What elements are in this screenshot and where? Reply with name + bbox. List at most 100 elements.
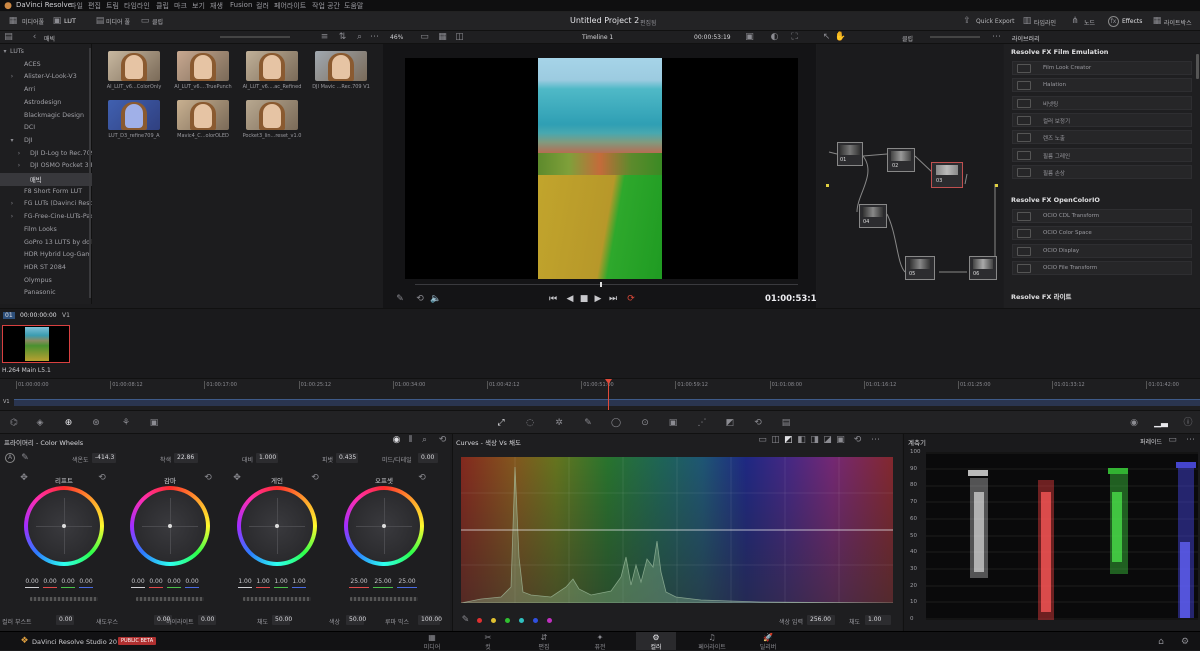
fx-item[interactable]: OCIO Display bbox=[1012, 243, 1192, 258]
timeline-clip-bar[interactable] bbox=[14, 399, 1200, 406]
quick-export-button[interactable]: Quick Export bbox=[976, 18, 1015, 25]
color-wheel[interactable] bbox=[24, 486, 104, 566]
log-mode-icon[interactable]: ⌕ bbox=[420, 436, 429, 445]
menu-fusion[interactable]: Fusion bbox=[230, 1, 252, 9]
curves-reset-icon[interactable]: ⟲ bbox=[853, 436, 862, 445]
scope-toggle-icon[interactable]: ◉ bbox=[1128, 418, 1140, 428]
wheel-value-field[interactable]: 0.00 bbox=[78, 578, 94, 585]
menu-fairlight[interactable]: 페어라이트 bbox=[274, 1, 306, 11]
node-clip-mode[interactable]: 클립 bbox=[902, 34, 913, 43]
rgb-mixer-icon[interactable]: ⚘ bbox=[120, 418, 132, 428]
viewer-zoom[interactable]: 46% bbox=[390, 34, 403, 41]
curve-custom-icon[interactable]: ▭ bbox=[758, 436, 767, 445]
curve-hue-lum-icon[interactable]: ◧ bbox=[797, 436, 806, 445]
wheel-value-field[interactable]: 1.00 bbox=[291, 578, 307, 585]
contrast-field[interactable]: 1.000 bbox=[256, 453, 278, 463]
wheel-reset-icon[interactable]: ⟲ bbox=[311, 473, 319, 482]
sidebar-toggle-icon[interactable]: ▤ bbox=[4, 33, 13, 42]
volume-icon[interactable]: 🔈 bbox=[430, 294, 441, 304]
menu-workspace[interactable]: 작업 공간 bbox=[312, 1, 340, 11]
page-tab[interactable]: ⚙ 컬러 bbox=[636, 632, 676, 651]
play-icon[interactable]: ▶ bbox=[593, 294, 603, 304]
qualifier-icon[interactable]: ✲ bbox=[553, 418, 565, 428]
clips-button[interactable]: 클립 bbox=[152, 17, 163, 26]
wheel-picker-icon[interactable]: ✥ bbox=[20, 473, 28, 482]
color-warper-icon[interactable]: ◌ bbox=[524, 418, 536, 428]
wheel-master-slider[interactable] bbox=[136, 597, 204, 601]
gallery-view-icon[interactable]: ▦ bbox=[438, 33, 447, 42]
curve-sat-lum-icon[interactable]: ▣ bbox=[836, 436, 845, 445]
param-field[interactable]: 0.00 bbox=[56, 615, 74, 625]
wheel-master-slider[interactable] bbox=[30, 597, 98, 601]
swatch-yellow-icon[interactable] bbox=[491, 618, 496, 623]
info-icon[interactable]: ⓘ bbox=[1182, 418, 1194, 428]
lut-icon[interactable]: ▣ bbox=[52, 17, 62, 26]
wheel-master-slider[interactable] bbox=[243, 597, 311, 601]
search-icon[interactable]: ⌕ bbox=[355, 33, 364, 42]
wheel-value-field[interactable]: 0.00 bbox=[148, 578, 164, 585]
lut-folder-item[interactable]: Blackmagic Design bbox=[0, 110, 92, 123]
effects-button[interactable]: Effects bbox=[1122, 18, 1142, 25]
lut-button[interactable]: LUT bbox=[64, 17, 76, 25]
lut-folder-item[interactable]: HDR ST 2084 bbox=[0, 262, 92, 275]
scrubber-track[interactable] bbox=[415, 284, 798, 285]
menu-edit[interactable]: 편집 bbox=[88, 1, 101, 11]
bars-mode-icon[interactable]: ⦀ bbox=[406, 436, 415, 445]
hdr-wheels-icon[interactable]: ⊛ bbox=[90, 418, 102, 428]
more-options-icon[interactable]: ⋯ bbox=[370, 33, 379, 42]
wheel-value-field[interactable]: 0.00 bbox=[130, 578, 146, 585]
page-tab[interactable]: ✂ 컷 bbox=[468, 633, 508, 651]
scope-more-icon[interactable]: ⋯ bbox=[1186, 436, 1195, 445]
loop-icon[interactable]: ⟲ bbox=[415, 294, 425, 304]
param-field[interactable]: 50.00 bbox=[272, 615, 292, 625]
clip-thumbnail[interactable] bbox=[2, 325, 70, 363]
wheel-value-field[interactable]: 0.00 bbox=[42, 578, 58, 585]
mid-detail-field[interactable]: 0.00 bbox=[418, 453, 438, 463]
tint-field[interactable]: 22.86 bbox=[174, 453, 198, 463]
jump-start-icon[interactable]: ⏮ bbox=[548, 294, 558, 304]
menu-color[interactable]: 컬러 bbox=[256, 1, 269, 11]
pointer-icon[interactable]: ↖ bbox=[822, 33, 831, 42]
wheel-picker-icon[interactable]: ✥ bbox=[233, 473, 241, 482]
hand-icon[interactable]: ✋ bbox=[835, 33, 846, 42]
curves-picker-icon[interactable]: ✎ bbox=[461, 616, 470, 625]
info-scope-icon[interactable]: ▁▃ bbox=[1154, 418, 1168, 428]
page-tab[interactable]: ▦ 미디어 bbox=[412, 633, 452, 651]
lut-folder-item[interactable]: Arri bbox=[0, 84, 92, 97]
key-icon[interactable]: ◩ bbox=[724, 418, 736, 428]
sort-icon[interactable]: ⇅ bbox=[338, 33, 347, 42]
chevron-icon[interactable]: › bbox=[9, 213, 15, 221]
back-icon[interactable]: ‹ bbox=[30, 33, 39, 42]
primaries-wheels-icon[interactable]: ⊕ bbox=[62, 417, 75, 429]
effects-icon[interactable]: fx bbox=[1108, 16, 1119, 27]
page-tab[interactable]: ♫ 페어라이트 bbox=[692, 633, 732, 651]
lut-folder-item[interactable]: › DJI D-Log to Rec.709 bbox=[0, 148, 92, 161]
wheel-value-field[interactable]: 25.00 bbox=[396, 578, 418, 585]
node-zoom-slider[interactable] bbox=[930, 36, 980, 38]
param-field[interactable]: 50.00 bbox=[346, 615, 366, 625]
chevron-icon[interactable]: › bbox=[9, 200, 15, 208]
chevron-icon[interactable]: ▾ bbox=[9, 137, 15, 145]
camera-raw-icon[interactable]: ⌬ bbox=[8, 418, 20, 428]
gallery-button[interactable]: 미디어 풀 bbox=[106, 17, 130, 26]
library-tab[interactable]: 라이브러리 bbox=[1012, 34, 1040, 43]
node-02[interactable]: 02 bbox=[887, 148, 915, 172]
lut-thumbnail[interactable] bbox=[177, 100, 229, 130]
page-tab[interactable]: ⇵ 편집 bbox=[524, 633, 564, 651]
wheels-mode-icon[interactable]: ◉ bbox=[392, 436, 401, 445]
loop-playback-icon[interactable]: ⟳ bbox=[626, 294, 636, 304]
wheel-value-field[interactable]: 0.00 bbox=[166, 578, 182, 585]
fx-item[interactable]: OCIO Color Space bbox=[1012, 226, 1192, 241]
menu-view[interactable]: 보기 bbox=[192, 1, 205, 11]
wheel-master-slider[interactable] bbox=[350, 597, 418, 601]
wheel-value-field[interactable]: 1.00 bbox=[255, 578, 271, 585]
settings-gear-icon[interactable]: ⚙ bbox=[1180, 637, 1190, 647]
param-field[interactable]: 0.00 bbox=[198, 615, 216, 625]
param-field[interactable]: 100.00 bbox=[418, 615, 442, 625]
gallery-icon[interactable]: ▤ bbox=[95, 17, 105, 26]
menu-timeline[interactable]: 타임라인 bbox=[124, 1, 150, 11]
picker-icon[interactable]: ✎ bbox=[20, 453, 30, 463]
pivot-field[interactable]: 0.435 bbox=[336, 453, 358, 463]
reset-all-icon[interactable]: ⟲ bbox=[438, 436, 447, 445]
lut-folder-item[interactable]: DCI bbox=[0, 122, 92, 135]
